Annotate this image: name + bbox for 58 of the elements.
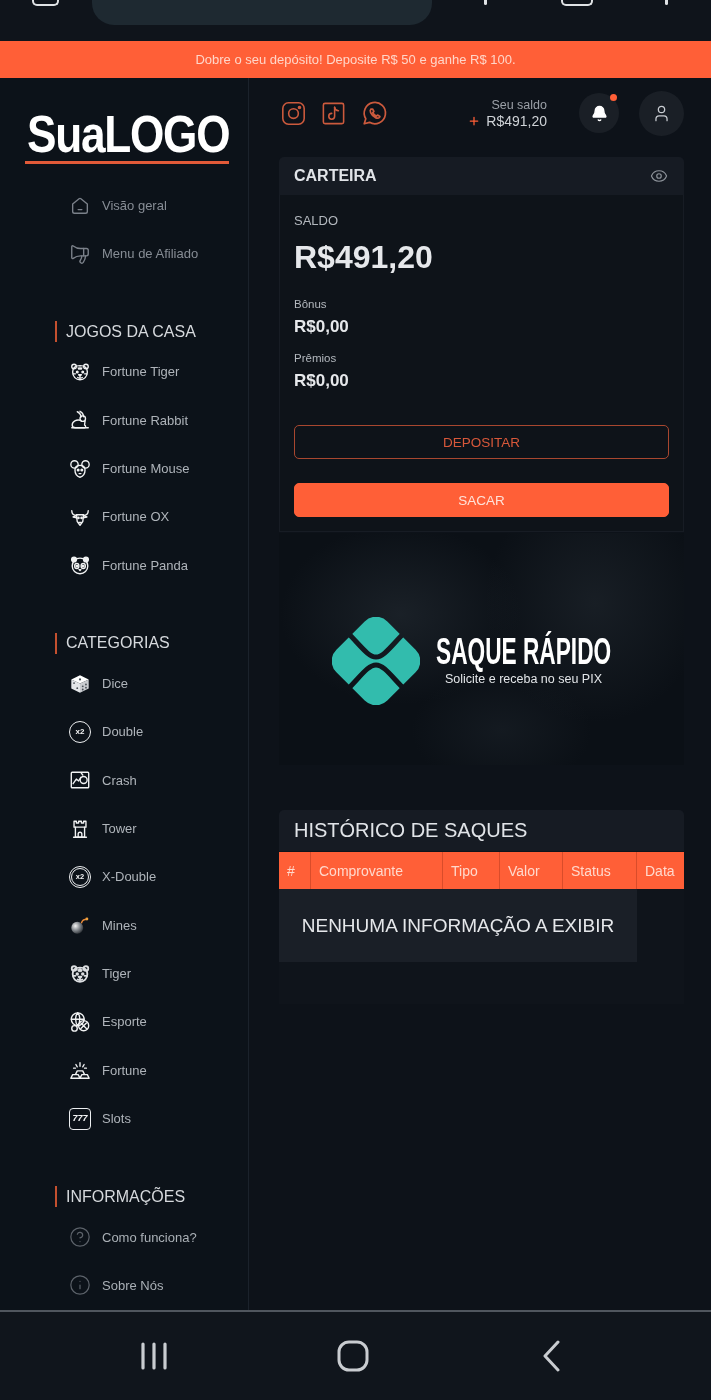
sidebar-item[interactable]: 777 Slots xyxy=(69,1107,131,1130)
sports-balls-icon xyxy=(69,1011,91,1033)
sidebar-item[interactable]: Visão geral xyxy=(69,194,167,217)
section-title: INFORMAÇÕES xyxy=(66,1187,186,1206)
prizes-label: Prêmios xyxy=(294,351,337,365)
bonus-value: R$0,00 xyxy=(294,317,349,337)
notification-button[interactable] xyxy=(579,93,619,133)
eye-icon[interactable] xyxy=(650,167,668,185)
home-icon[interactable] xyxy=(336,1340,369,1372)
sidebar-item[interactable]: Dice xyxy=(69,672,128,695)
bonus-label: Bônus xyxy=(294,297,327,311)
plus-icon xyxy=(469,115,480,126)
profile-button[interactable] xyxy=(639,90,684,136)
deposit-button[interactable]: DEPOSITAR xyxy=(294,425,669,459)
sidebar-item[interactable]: Esporte xyxy=(69,1011,147,1033)
section-accent-bar xyxy=(55,1186,57,1208)
sidebar-item[interactable]: Fortune Tiger xyxy=(69,360,180,383)
sidebar-item[interactable]: Como funciona? xyxy=(69,1226,197,1248)
bell-icon xyxy=(590,104,608,122)
help-icon xyxy=(69,1226,91,1248)
recent-apps-icon[interactable] xyxy=(139,1342,168,1370)
logo[interactable]: SuaLOGO xyxy=(27,109,230,159)
user-icon xyxy=(652,103,671,123)
sidebar-item[interactable]: Fortune Mouse xyxy=(69,457,190,480)
prizes-value: R$0,00 xyxy=(294,371,349,391)
balance-amount: R$491,20 xyxy=(486,112,547,129)
card-title: HISTÓRICO DE SAQUES xyxy=(294,819,528,842)
section-accent-bar xyxy=(55,632,57,654)
ingot-stack-icon xyxy=(69,1059,91,1082)
sidebar-item[interactable]: Fortune Panda xyxy=(69,554,188,577)
panda-icon xyxy=(69,554,91,577)
sidebar-item[interactable]: x2 Double xyxy=(69,720,144,743)
sidebar-item[interactable]: Tower xyxy=(69,817,137,840)
balance-label: SALDO xyxy=(294,213,339,229)
mouse-icon xyxy=(69,457,91,480)
card-title: CARTEIRA xyxy=(294,167,377,185)
info-icon xyxy=(69,1274,91,1297)
section-title: CATEGORIAS xyxy=(66,634,170,653)
sidebar-item[interactable]: Mines xyxy=(69,914,137,937)
section-title: JOGOS DA CASA xyxy=(66,322,196,341)
balance-label: Seu saldo xyxy=(491,97,547,113)
sidebar-item[interactable]: Fortune xyxy=(69,1059,147,1082)
megaphone-icon xyxy=(69,242,91,265)
sidebar-item[interactable]: Sobre Nós xyxy=(69,1274,164,1297)
balance-value: R$491,20 xyxy=(294,238,433,276)
slot-machine-icon: 777 xyxy=(69,1107,91,1130)
sidebar-item[interactable]: Fortune Rabbit xyxy=(69,409,188,432)
empty-message: NENHUMA INFORMAÇÃO A EXIBIR xyxy=(279,889,637,962)
section-accent-bar xyxy=(55,321,57,343)
sidebar-item[interactable]: Crash xyxy=(69,769,137,792)
instagram-icon[interactable] xyxy=(280,99,307,127)
tiger-head-icon xyxy=(69,962,91,985)
sidebar-item[interactable]: Menu de Afiliado xyxy=(69,242,199,265)
sidebar-item[interactable]: Tiger xyxy=(69,962,132,985)
banner-subtitle: Solicite e receba no seu PIX xyxy=(444,672,602,687)
announcement-bar: Dobre o seu depósito! Deposite R$ 50 e ganhe R$ 100. xyxy=(0,41,711,78)
sidebar-item[interactable]: Fortune OX xyxy=(69,505,170,528)
column-header: Data xyxy=(644,861,676,881)
